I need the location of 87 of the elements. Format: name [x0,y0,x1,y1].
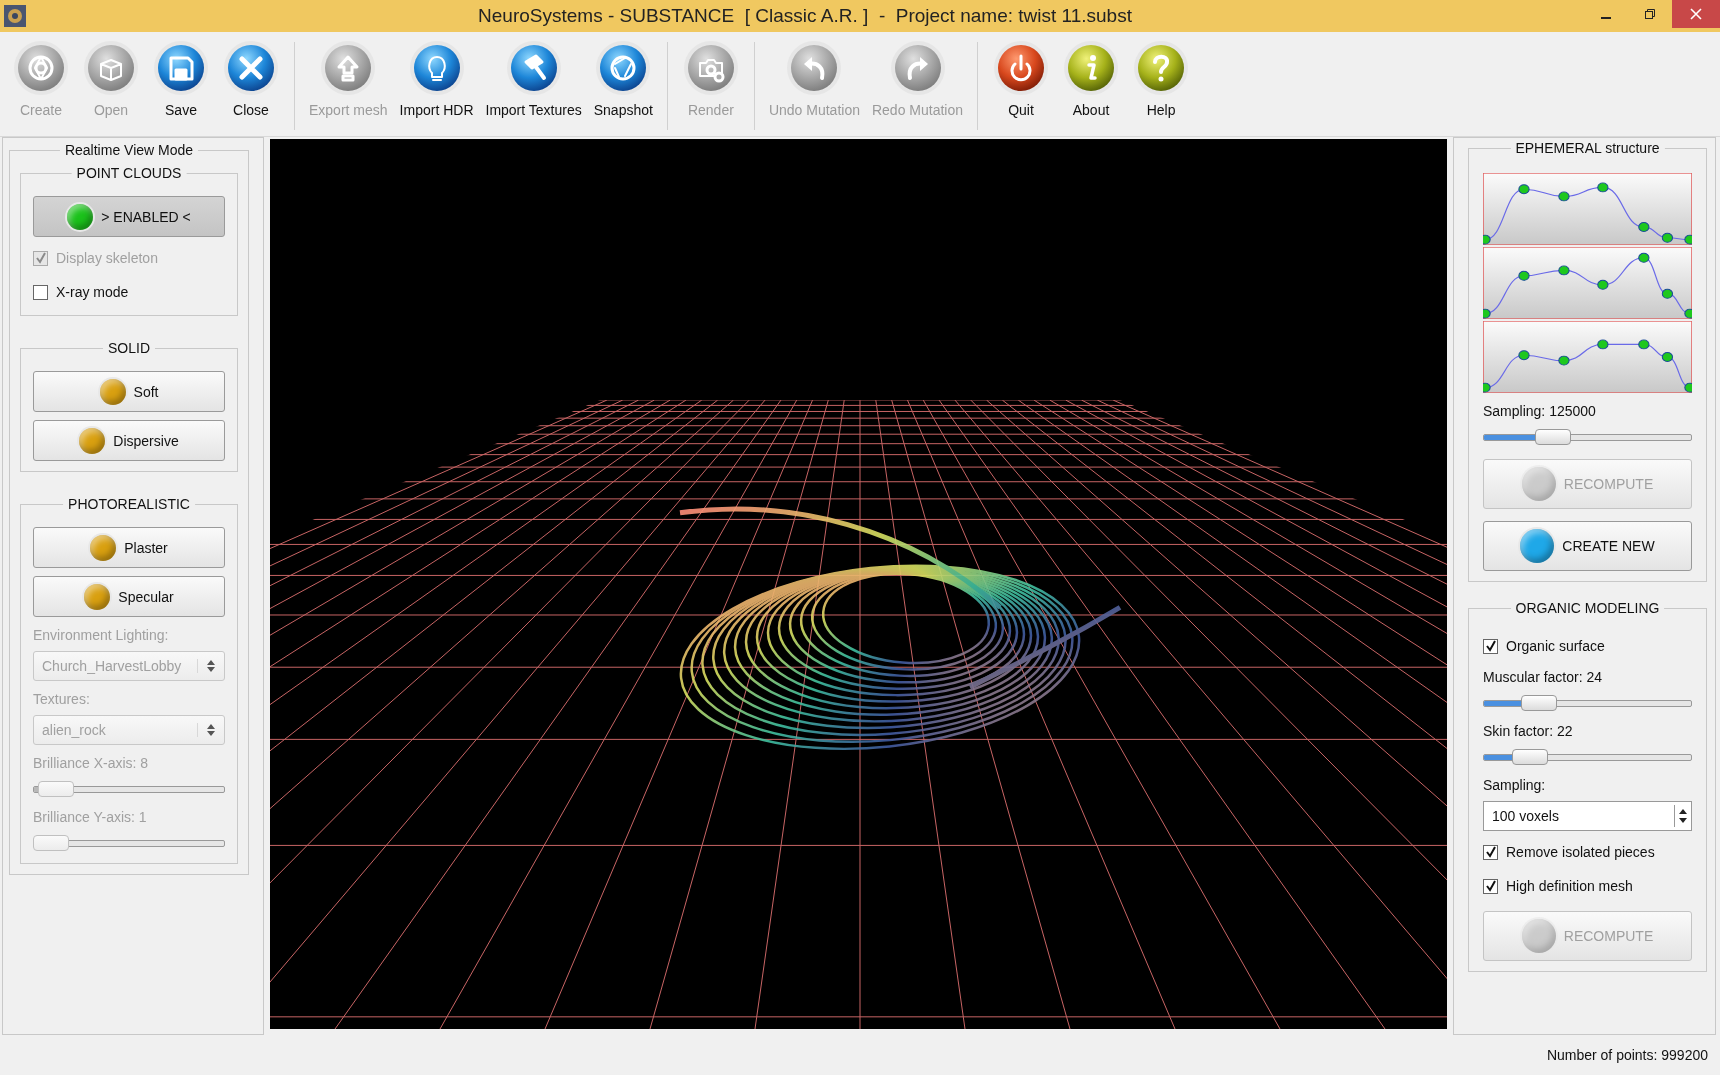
field-label: Brilliance X-axis: 8 [33,755,150,771]
control-point[interactable] [1483,308,1491,319]
group-box-title: POINT CLOUDS [71,165,187,181]
app-logo-icon [4,5,26,27]
checkbox[interactable] [1483,878,1498,894]
checkbox-label: Remove isolated pieces [1506,844,1655,860]
control-point[interactable] [1661,232,1673,243]
checkbox[interactable] [33,284,48,300]
toolbar-button[interactable]: Help [1126,32,1197,136]
control-point[interactable] [1661,352,1673,362]
control-point[interactable] [1597,339,1609,350]
minimize-icon [1601,17,1611,19]
field-label: Brilliance Y-axis: 1 [33,809,148,825]
slider-thumb[interactable] [1534,429,1571,445]
floppy-disk-icon [153,40,209,96]
control-point[interactable] [1684,234,1692,245]
group-box-title: PHOTOREALISTIC [63,496,195,512]
field-label: Skin factor: 22 [1483,723,1574,739]
toolbar-button[interactable]: Snapshot [587,32,659,136]
toolbar-button[interactable]: Quit [986,32,1057,136]
slider[interactable] [1483,747,1692,767]
checkbox-label: High definition mesh [1506,878,1633,894]
toolbar-button[interactable]: Import Textures [479,32,588,136]
group-box-title: EPHEMERAL structure [1510,140,1665,156]
control-point[interactable] [1638,339,1650,350]
slider-thumb[interactable] [1512,749,1549,765]
control-point[interactable] [1661,288,1673,299]
window-title: NeuroSystems - SUBSTANCE [ Classic A.R. ] - Project name: twist 11.subst [477,5,1133,27]
updown-arrows-icon [197,723,216,737]
slider[interactable] [1483,427,1692,447]
group-box-title: Realtime View Mode [59,142,199,158]
camera-icon [682,40,739,96]
control-point[interactable] [1518,270,1530,281]
power-icon [993,40,1050,96]
toggle-button[interactable]: Dispersive [33,420,225,461]
group-box-title: SOLID [103,340,155,356]
close-icon [1690,8,1702,20]
toggle-button[interactable]: Plaster [33,527,225,568]
checkbox-label: Organic surface [1506,638,1605,654]
curve-editor-background[interactable] [1483,173,1692,245]
control-point[interactable] [1638,252,1650,263]
field-label: Muscular factor: 24 [1483,669,1604,685]
spin-box[interactable]: 100 voxels [1483,801,1692,831]
slider-thumb[interactable] [1521,695,1558,711]
updown-arrows-icon [197,659,216,673]
spin-up-icon[interactable] [1678,807,1688,815]
toggle-button[interactable]: > ENABLED < [33,196,225,237]
toolbar-button[interactable]: Close [216,32,286,136]
toolbar-button[interactable]: About [1056,32,1127,136]
field-label: Environment Lighting: [33,627,170,643]
field-label: Sampling: [1483,777,1547,793]
light-bulb-icon [408,40,465,96]
spin-down-icon[interactable] [1678,817,1688,825]
toolbar-button[interactable]: Save [146,32,216,136]
toolbar-button[interactable]: Import HDR [393,32,480,136]
checkbox-label: X-ray mode [56,284,129,300]
checkbox[interactable] [1483,844,1498,860]
status-text: Number of points: 999200 [1546,1047,1708,1063]
control-point[interactable] [1597,182,1609,193]
field-label: Textures: [33,691,91,707]
curve-editor-background[interactable] [1483,321,1692,393]
checkbox-label: Display skeleton [56,250,158,266]
restore-icon [1644,8,1656,20]
checkbox[interactable] [1483,638,1498,654]
control-point[interactable] [1638,222,1650,232]
control-point[interactable] [1597,279,1609,290]
action-button[interactable]: CREATE NEW [1483,521,1692,571]
aperture-icon [595,40,652,96]
control-point[interactable] [1518,350,1530,361]
close-icon [223,40,279,96]
box-icon [83,40,139,96]
curve-editor-background[interactable] [1483,247,1692,319]
control-point[interactable] [1483,382,1491,393]
control-point[interactable] [1558,355,1570,366]
info-icon [1063,40,1120,96]
control-point[interactable] [1518,184,1530,195]
toggle-button[interactable]: Specular [33,576,225,617]
control-point[interactable] [1483,234,1491,245]
control-point[interactable] [1684,308,1692,319]
field-label: Sampling: 125000 [1483,403,1597,419]
slider[interactable] [1483,693,1692,713]
control-point[interactable] [1684,382,1692,393]
group-box-title: ORGANIC MODELING [1510,600,1665,616]
help-icon [1133,40,1190,96]
toggle-button[interactable]: Soft [33,371,225,412]
control-point[interactable] [1558,265,1570,276]
control-point[interactable] [1558,191,1570,202]
